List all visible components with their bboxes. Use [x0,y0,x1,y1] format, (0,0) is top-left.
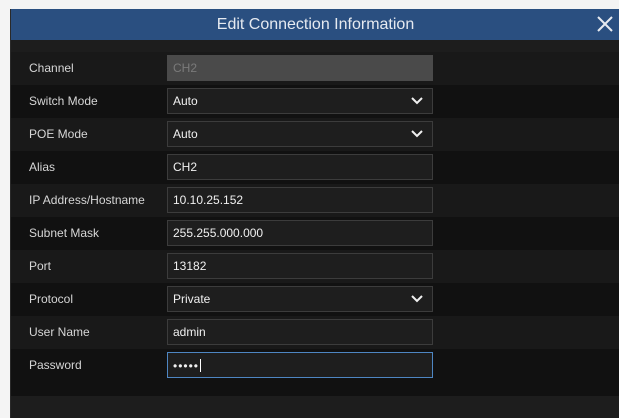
chevron-down-icon [411,130,423,138]
switch-mode-select[interactable]: Auto [167,88,433,114]
port-label: Port [29,259,52,273]
chevron-down-icon [411,97,423,105]
edit-connection-dialog: Edit Connection Information Channel CH2 … [10,9,619,418]
protocol-select[interactable]: Private [167,286,433,312]
subnet-mask-label: Subnet Mask [29,226,100,240]
protocol-label: Protocol [29,292,74,306]
chevron-down-icon [411,295,423,303]
password-label: Password [29,358,82,372]
port-input[interactable]: 13182 [167,253,433,279]
switch-mode-label: Switch Mode [29,94,98,108]
row-ip-address: IP Address/Hostname 10.10.25.152 [11,184,619,217]
poe-mode-label: POE Mode [29,127,88,141]
poe-mode-value: Auto [173,127,198,141]
row-channel: Channel CH2 [11,52,619,85]
dialog-titlebar: Edit Connection Information [11,9,619,40]
user-name-input[interactable]: admin [167,319,433,345]
row-port: Port 13182 [11,250,619,283]
protocol-value: Private [173,292,211,306]
subnet-mask-input[interactable]: 255.255.000.000 [167,220,433,246]
row-poe-mode: POE Mode Auto [11,118,619,151]
channel-field: CH2 [167,55,433,81]
password-mask: ••••• [173,358,200,373]
row-switch-mode: Switch Mode Auto [11,85,619,118]
channel-label: Channel [29,61,74,75]
password-input[interactable]: ••••• [167,352,433,378]
ip-address-label: IP Address/Hostname [29,193,145,207]
row-subnet-mask: Subnet Mask 255.255.000.000 [11,217,619,250]
row-protocol: Protocol Private [11,283,619,316]
ip-address-input[interactable]: 10.10.25.152 [167,187,433,213]
user-name-label: User Name [29,325,90,339]
text-caret [200,359,202,373]
row-alias: Alias CH2 [11,151,619,184]
switch-mode-value: Auto [173,94,198,108]
row-password: Password ••••• [11,349,619,382]
close-icon [597,16,613,32]
poe-mode-select[interactable]: Auto [167,121,433,147]
close-button[interactable] [594,13,616,35]
alias-input[interactable]: CH2 [167,154,433,180]
row-user-name: User Name admin [11,316,619,349]
form-area: Channel CH2 Switch Mode Auto POE Mode Au… [11,52,619,396]
dialog-title: Edit Connection Information [216,16,415,33]
alias-label: Alias [29,160,56,174]
